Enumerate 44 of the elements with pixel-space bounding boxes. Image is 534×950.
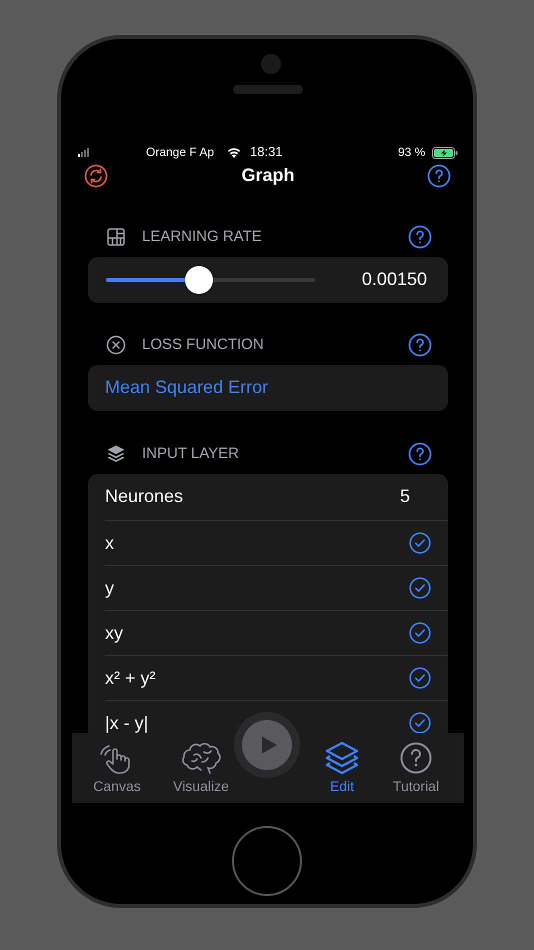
speaker-icon	[233, 85, 303, 94]
close-circle-icon	[106, 334, 126, 355]
layers-icon	[324, 741, 360, 775]
tab-button[interactable]: Visualize	[166, 733, 236, 803]
battery-icon	[432, 146, 458, 159]
section-title: INPUT LAYER	[142, 444, 240, 464]
battery-percent: 93 %	[398, 144, 426, 161]
signal-icon	[78, 148, 89, 157]
wifi-icon	[226, 146, 242, 158]
play-icon	[242, 720, 292, 770]
section-title: LOSS FUNCTION	[142, 334, 265, 355]
checkmark-icon[interactable]	[409, 532, 431, 554]
row-label: |x - y|	[105, 712, 150, 733]
row-label: xy	[105, 622, 124, 643]
screen-title: Graph	[241, 164, 294, 188]
help-icon	[400, 741, 432, 775]
section-title: LEARNING RATE	[142, 226, 263, 247]
checkmark-icon[interactable]	[409, 712, 431, 733]
layers-icon	[106, 444, 126, 464]
clock-time: 18:31	[250, 143, 283, 162]
help-icon[interactable]	[408, 224, 432, 249]
grid-icon	[106, 226, 126, 247]
slider-thumb[interactable]	[185, 266, 213, 294]
checkmark-icon[interactable]	[409, 622, 431, 644]
row-label: x² + y²	[105, 668, 157, 688]
checkmark-icon[interactable]	[409, 666, 431, 689]
tab-button[interactable]: Tutorial	[381, 733, 451, 803]
row-label: Neurones	[105, 485, 184, 508]
help-icon[interactable]	[427, 164, 451, 188]
rate-value: 0.00150	[362, 268, 427, 292]
home-button[interactable]	[232, 826, 302, 896]
help-icon[interactable]	[408, 332, 432, 357]
neuron-count: 5	[400, 485, 410, 508]
help-icon[interactable]	[408, 442, 432, 466]
carrier-name: Orange F Ap	[146, 144, 214, 161]
loss-function-picker[interactable]: Mean Squared Error	[88, 364, 448, 411]
camera-icon	[261, 54, 281, 74]
row-label: y	[105, 578, 115, 598]
tab-button[interactable]: Canvas	[82, 733, 152, 803]
brain-icon	[180, 741, 222, 775]
tab-button[interactable]: Edit	[307, 733, 377, 803]
refresh-icon[interactable]	[84, 164, 108, 188]
row-label: x	[105, 532, 115, 553]
checkmark-icon[interactable]	[409, 576, 431, 599]
